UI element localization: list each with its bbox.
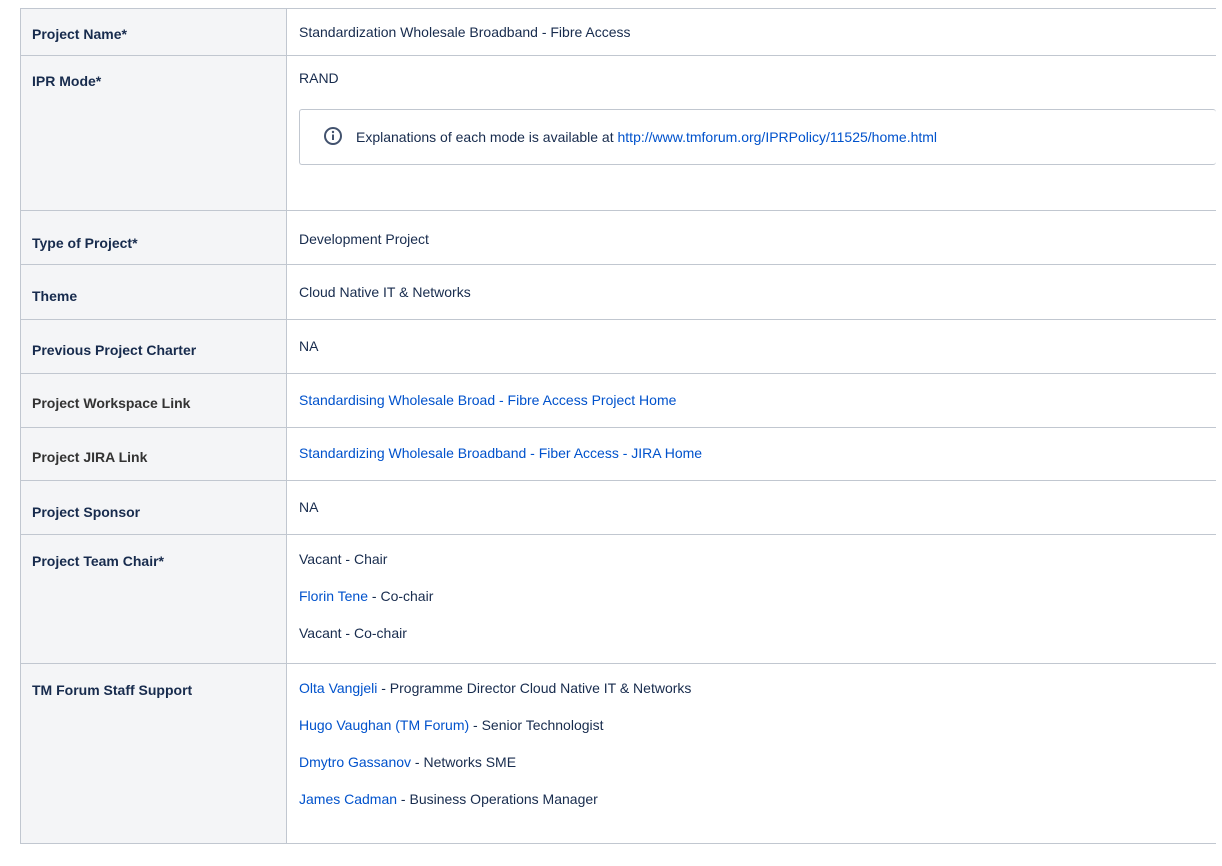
row-type-of-project: Type of Project* Development Project <box>20 210 1216 265</box>
row-staff-support: TM Forum Staff Support Olta Vangjeli - P… <box>20 663 1216 844</box>
row-workspace-link: Project Workspace Link Standardising Who… <box>20 373 1216 428</box>
value-cell: NA <box>286 319 1216 374</box>
type-of-project-value: Development Project <box>299 231 429 247</box>
row-jira-link: Project JIRA Link Standardizing Wholesal… <box>20 427 1216 481</box>
value-cell: Development Project <box>286 210 1216 265</box>
header-cell: Project Sponsor <box>20 480 287 535</box>
staff-entry: Hugo Vaughan (TM Forum) - Senior Technol… <box>299 697 1216 734</box>
entry-role: - Co-chair <box>368 588 434 604</box>
row-label: Project Workspace Link <box>32 395 191 411</box>
row-label: Project Sponsor <box>32 504 141 520</box>
entry-role: - Networks SME <box>411 754 517 770</box>
info-text: Explanations of each mode is available a… <box>356 127 937 147</box>
value-cell: Olta Vangjeli - Programme Director Cloud… <box>286 663 1216 844</box>
header-cell: Project Name* <box>20 8 287 56</box>
row-label: Previous Project Charter <box>32 342 197 358</box>
row-ipr-mode: IPR Mode* RAND Explanations of each mode… <box>20 55 1216 211</box>
header-cell: Project Workspace Link <box>20 373 287 428</box>
row-label: Project Team Chair* <box>32 553 165 569</box>
header-cell: TM Forum Staff Support <box>20 663 287 844</box>
entry-role: - Business Operations Manager <box>397 791 598 807</box>
entry-role: - Programme Director Cloud Native IT & N… <box>377 680 692 696</box>
theme-value: Cloud Native IT & Networks <box>299 284 471 300</box>
row-label: Type of Project* <box>32 235 138 251</box>
row-label: TM Forum Staff Support <box>32 682 193 698</box>
previous-charter-value: NA <box>299 338 319 354</box>
person-link[interactable]: James Cadman <box>299 791 397 807</box>
value-cell: Standardizing Wholesale Broadband - Fibe… <box>286 427 1216 481</box>
row-team-chair: Project Team Chair* Vacant - Chair Flori… <box>20 534 1216 664</box>
person-link[interactable]: Florin Tene <box>299 588 368 604</box>
value-cell: Standardization Wholesale Broadband - Fi… <box>286 8 1216 56</box>
project-charter-table: Project Name* Standardization Wholesale … <box>20 8 1216 844</box>
staff-entry: James Cadman - Business Operations Manag… <box>299 771 1216 808</box>
header-cell: Theme <box>20 264 287 320</box>
row-label: Project JIRA Link <box>32 449 148 465</box>
value-cell: RAND Explanations of each mode is availa… <box>286 55 1216 211</box>
row-previous-charter: Previous Project Charter NA <box>20 319 1216 374</box>
header-cell: Project Team Chair* <box>20 534 287 664</box>
jira-link[interactable]: Standardizing Wholesale Broadband - Fibe… <box>299 445 702 461</box>
team-chair-entry: Florin Tene - Co-chair <box>299 568 1216 605</box>
person-link[interactable]: Olta Vangjeli <box>299 680 377 696</box>
header-cell: Previous Project Charter <box>20 319 287 374</box>
entry-text: Vacant - Chair <box>299 551 388 567</box>
staff-entry: Dmytro Gassanov - Networks SME <box>299 734 1216 771</box>
sponsor-value: NA <box>299 499 319 515</box>
row-label: Theme <box>32 288 78 304</box>
project-charter-table-wrapper: Project Name* Standardization Wholesale … <box>20 8 1222 844</box>
value-cell: NA <box>286 480 1216 535</box>
entry-role: - Senior Technologist <box>469 717 604 733</box>
project-name-value: Standardization Wholesale Broadband - Fi… <box>299 24 631 40</box>
value-cell: Cloud Native IT & Networks <box>286 264 1216 320</box>
row-project-name: Project Name* Standardization Wholesale … <box>20 8 1216 56</box>
header-cell: Project JIRA Link <box>20 427 287 481</box>
info-panel: Explanations of each mode is available a… <box>299 109 1216 165</box>
row-label: Project Name* <box>32 26 127 42</box>
info-icon <box>324 127 342 145</box>
ipr-mode-value: RAND <box>299 70 339 86</box>
row-sponsor: Project Sponsor NA <box>20 480 1216 535</box>
staff-entry: Olta Vangjeli - Programme Director Cloud… <box>299 664 1216 697</box>
workspace-link[interactable]: Standardising Wholesale Broad - Fibre Ac… <box>299 392 676 408</box>
entry-text: Vacant - Co-chair <box>299 625 407 641</box>
row-label: IPR Mode* <box>32 73 102 89</box>
row-theme: Theme Cloud Native IT & Networks <box>20 264 1216 320</box>
person-link[interactable]: Hugo Vaughan (TM Forum) <box>299 717 469 733</box>
team-chair-entry: Vacant - Co-chair <box>299 605 1216 642</box>
header-cell: IPR Mode* <box>20 55 287 211</box>
info-message: Explanations of each mode is available a… <box>356 129 618 145</box>
person-link[interactable]: Dmytro Gassanov <box>299 754 411 770</box>
value-cell: Vacant - Chair Florin Tene - Co-chair Va… <box>286 534 1216 664</box>
team-chair-entry: Vacant - Chair <box>299 535 1216 568</box>
header-cell: Type of Project* <box>20 210 287 265</box>
ipr-policy-link[interactable]: http://www.tmforum.org/IPRPolicy/11525/h… <box>618 129 938 145</box>
value-cell: Standardising Wholesale Broad - Fibre Ac… <box>286 373 1216 428</box>
